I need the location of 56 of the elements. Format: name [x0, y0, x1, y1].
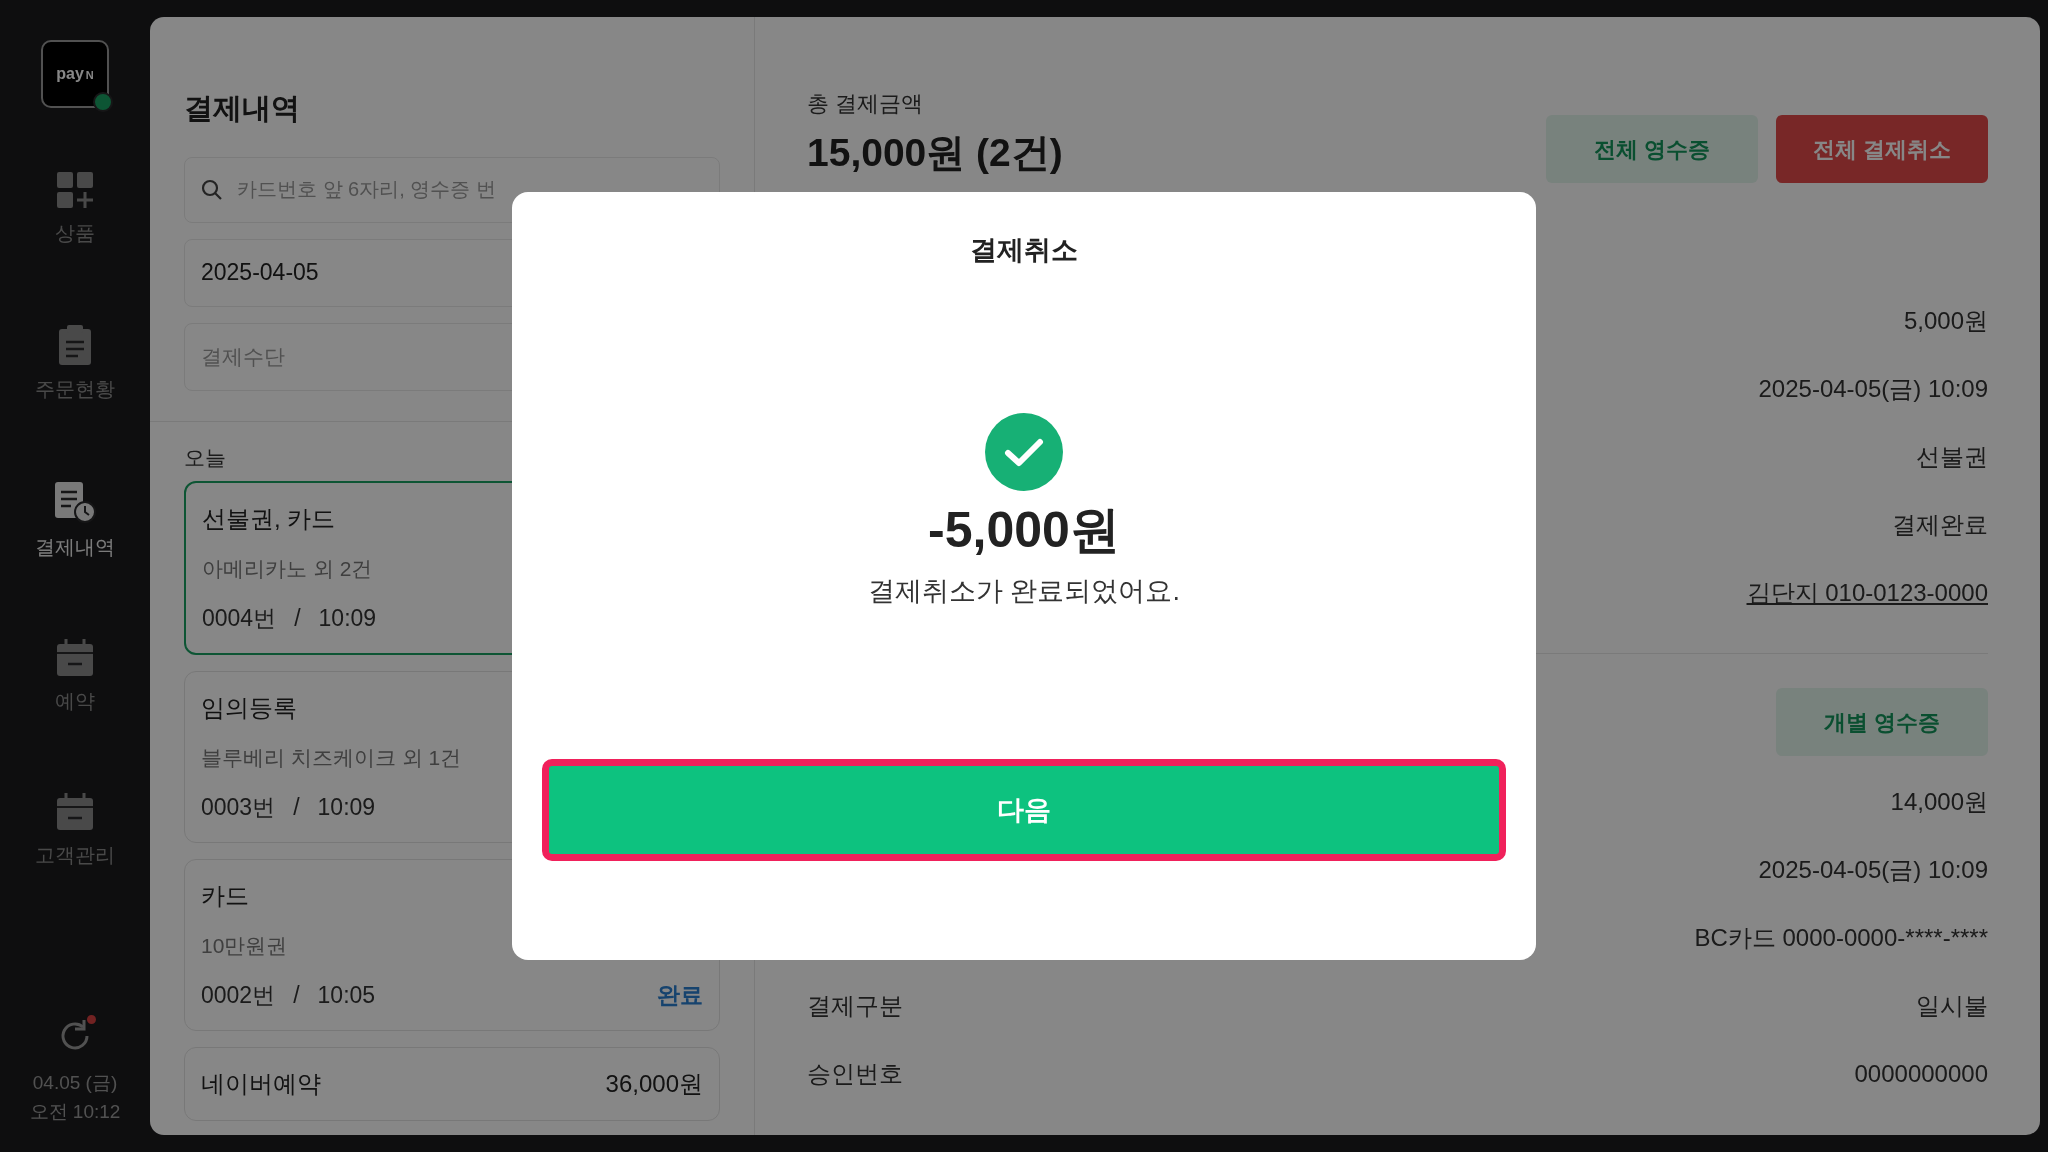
card-subtitle: 10만원권: [201, 933, 289, 959]
nav-item[interactable]: 상품: [55, 170, 95, 248]
dialog-message: 결제취소가 완료되었어요.: [868, 574, 1180, 608]
receipt-number: 0003번: [201, 792, 276, 822]
receipt-number: 0002번: [201, 980, 276, 1010]
total-label: 총 결제금액: [807, 90, 925, 118]
date-text: 04.05 (금): [32, 1071, 118, 1095]
refund-amount: -5,000원: [928, 504, 1120, 555]
page-title: 결제내역: [184, 91, 301, 126]
logo-text: payN: [56, 64, 94, 84]
detail-value: 선불권: [1916, 442, 1988, 472]
card-amount: 36,000원: [605, 1069, 703, 1099]
search-icon: [200, 177, 224, 202]
detail-value: 0000000000: [1854, 1059, 1988, 1089]
group-label: 오늘: [184, 444, 227, 471]
separator-text: /: [293, 792, 300, 822]
detail-value: 14,000원: [1890, 787, 1988, 817]
card-subtitle: 아메리카노 외 2건: [202, 556, 374, 582]
detail-value: 2025-04-05(금) 10:09: [1758, 374, 1988, 404]
detail-value: 2025-04-05(금) 10:09: [1758, 855, 1988, 885]
nav-item[interactable]: 주문현황: [35, 324, 115, 404]
nav-item[interactable]: 고객관리: [35, 792, 115, 870]
cancel-all-button[interactable]: 전체 결제취소: [1776, 115, 1988, 183]
payment-time: 10:05: [317, 980, 376, 1010]
customer-link[interactable]: 김단지 010-0123-0000: [1746, 575, 1988, 611]
card-title: 네이버예약: [201, 1069, 321, 1099]
nav-item[interactable]: 결제내역: [35, 480, 115, 562]
calendar-icon: [55, 638, 95, 678]
detail-label: 결제구분: [807, 991, 903, 1021]
detail-value: 일시불: [1916, 991, 1988, 1021]
check-icon: [985, 412, 1063, 491]
receipt-number: 0004번: [202, 603, 277, 633]
card-subtitle: 블루베리 치즈케이크 외 1건: [201, 745, 463, 771]
card-title: 임의등록: [201, 693, 297, 723]
detail-value: BC카드 0000-0000-****-****: [1694, 923, 1988, 953]
detail-label: 승인번호: [807, 1059, 903, 1089]
separator-text: /: [294, 603, 301, 633]
payment-card[interactable]: 네이버예약 36,000원: [184, 1047, 720, 1121]
receipt-clock-icon: [53, 480, 97, 524]
dialog-title: 결제취소: [970, 234, 1078, 267]
next-button[interactable]: 다음: [542, 759, 1506, 861]
calendar-icon: [55, 792, 95, 832]
card-title: 카드: [201, 881, 249, 911]
status-text: 완료: [657, 980, 703, 1010]
receipt-button[interactable]: 개별 영수증: [1776, 688, 1988, 756]
payment-time: 10:09: [318, 603, 377, 633]
time-text: 오전 10:12: [29, 1099, 121, 1124]
total-amount: 15,000원 (2건): [807, 130, 1063, 176]
nav-item[interactable]: 예약: [55, 638, 95, 716]
detail-value: 결제완료: [1892, 510, 1988, 540]
detail-value: 5,000원: [1903, 306, 1988, 336]
payment-time: 10:09: [317, 792, 376, 822]
separator-text: /: [293, 980, 300, 1010]
card-title: 선불권, 카드: [202, 504, 336, 534]
receipt-button[interactable]: 전체 영수증: [1546, 115, 1758, 183]
grid-plus-icon: [55, 170, 95, 210]
